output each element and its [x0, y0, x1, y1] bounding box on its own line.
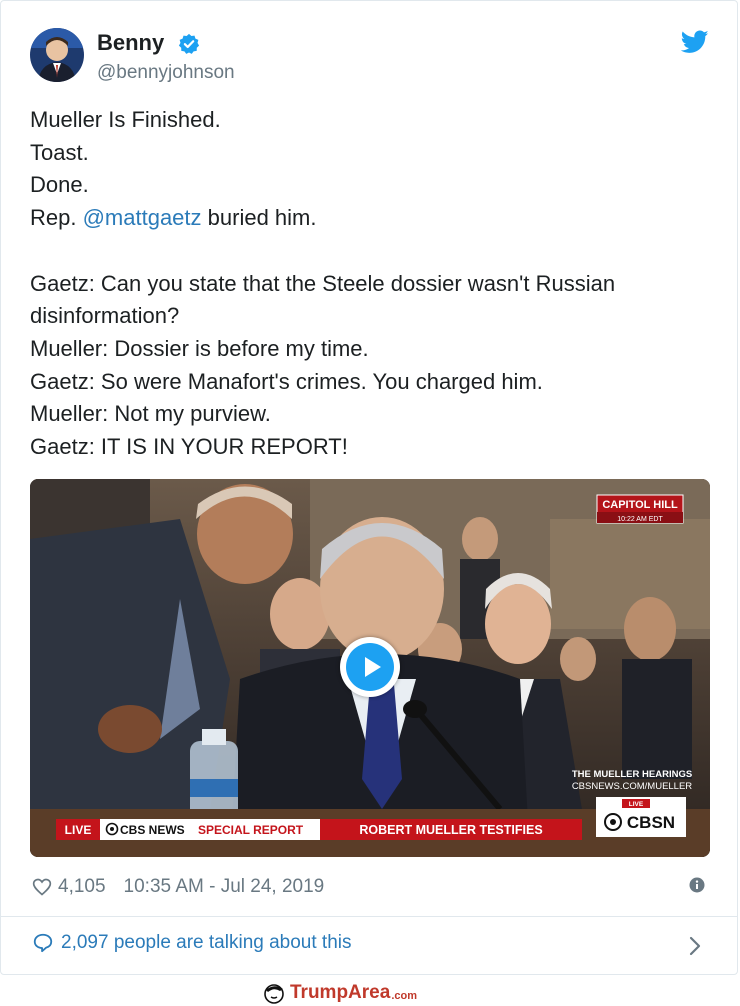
verified-badge-icon — [178, 33, 200, 54]
tweet-timestamp[interactable]: 10:35 AM - Jul 24, 2019 — [124, 876, 325, 898]
dialogue-line: Gaetz: IT IS IN YOUR REPORT! — [30, 434, 348, 460]
play-button[interactable] — [340, 637, 400, 697]
like-count[interactable]: 4,105 — [58, 876, 106, 898]
chevron-right-icon[interactable] — [688, 935, 702, 957]
twitter-bird-icon[interactable] — [681, 30, 709, 54]
dialogue-line: disinformation? — [30, 303, 180, 329]
dialogue-line: Mueller: Dossier is before my time. — [30, 335, 369, 361]
trump-logo-icon — [264, 984, 284, 1004]
comment-bubble-icon — [33, 933, 53, 953]
author-handle[interactable]: @bennyjohnson — [97, 62, 235, 84]
watermark-tld: .com — [391, 990, 417, 1002]
hearings-url: CBSNEWS.COM/MUELLER — [572, 781, 692, 792]
tweet-text: Mueller Is Finished. Toast. Done. Rep. @… — [30, 104, 710, 464]
bug-time-label: 10:22 AM EDT — [617, 516, 663, 523]
author-name[interactable]: Benny — [97, 30, 164, 56]
tweet-line-mention: Rep. @mattgaetz buried him. — [30, 202, 710, 235]
tweet-line: Mueller Is Finished. — [30, 107, 221, 132]
dialogue-line: Mueller: Not my purview. — [30, 401, 271, 427]
dialogue-line: Gaetz: So were Manafort's crimes. You ch… — [30, 368, 543, 394]
hearings-label: THE MUELLER HEARINGS — [572, 769, 692, 780]
dialogue-line: Gaetz: Can you state that the Steele dos… — [30, 270, 616, 296]
tweet-line: Done. — [30, 172, 89, 198]
play-icon — [346, 643, 394, 691]
heart-icon[interactable] — [32, 877, 52, 897]
mention-suffix: buried him. — [201, 205, 317, 231]
conversation-label[interactable]: 2,097 people are talking about this — [61, 932, 352, 954]
info-icon[interactable] — [689, 877, 705, 893]
cbsn-logo: CBSN — [627, 813, 675, 832]
ticker-live: LIVE — [65, 823, 92, 837]
ticker-headline: ROBERT MUELLER TESTIFIES — [359, 823, 542, 837]
logo-live-label: LIVE — [629, 801, 644, 808]
author-avatar[interactable] — [30, 28, 84, 82]
divider — [0, 916, 738, 917]
tweet-meta: 4,105 10:35 AM - Jul 24, 2019 — [32, 874, 324, 900]
capitol-hill-label: CAPITOL HILL — [602, 499, 678, 511]
watermark-brand: TrumpArea — [290, 982, 391, 1003]
watermark: TrumpArea .com — [262, 982, 417, 1004]
mention-link[interactable]: @mattgaetz — [83, 205, 202, 230]
mention-prefix: Rep. — [30, 205, 83, 231]
tweet-line: Toast. — [30, 139, 89, 165]
ticker-special: SPECIAL REPORT — [198, 823, 304, 837]
conversation-link[interactable]: 2,097 people are talking about this — [32, 932, 352, 954]
ticker-network: CBS NEWS — [120, 823, 185, 837]
